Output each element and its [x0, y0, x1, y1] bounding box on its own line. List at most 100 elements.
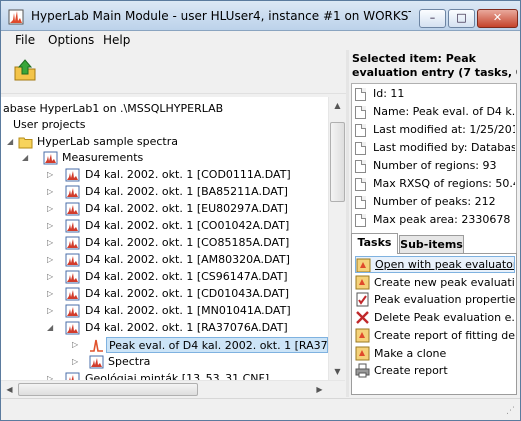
tree-row-database[interactable]: abase HyperLab1 on .\MSSQLHYPERLAB [1, 101, 328, 117]
scroll-thumb[interactable] [18, 383, 198, 396]
tree-row-peak-evaluation[interactable]: ▷ Peak eval. of D4 kal. 2002. okt. 1 [RA… [1, 337, 328, 353]
expand-icon[interactable]: ▷ [72, 358, 80, 366]
tree-row-label: D4 kal. 2002. okt. 1 [CD01043A.DAT] [85, 287, 290, 300]
expand-icon[interactable]: ▷ [47, 290, 55, 298]
menu-bar: File Options Help [1, 31, 520, 50]
tab-strip: Tasks Sub-items [349, 233, 520, 254]
scroll-up-icon[interactable]: ▲ [331, 99, 344, 112]
tree-row-user-projects[interactable]: User projects [1, 117, 328, 133]
property-item[interactable]: Max RXSQ of regions: 50.49 [355, 175, 515, 193]
tree-row-measurement[interactable]: ▷ D4 kal. 2002. okt. 1 [AM80320A.DAT] [1, 252, 328, 268]
scroll-left-icon[interactable]: ◀ [3, 383, 16, 396]
collapse-icon[interactable]: ◢ [7, 138, 15, 146]
collapse-icon[interactable]: ◢ [47, 324, 55, 332]
close-button[interactable]: ✕ [477, 9, 518, 28]
tree-row-measurement[interactable]: ▷ D4 kal. 2002. okt. 1 [MN01041A.DAT] [1, 303, 328, 319]
tree-row-sample-spectra[interactable]: ◢ HyperLab sample spectra [1, 134, 328, 150]
task-peak-evaluation-properties[interactable]: Peak evaluation properties [355, 291, 515, 308]
property-text: Max RXSQ of regions: 50.49 [373, 177, 515, 190]
app-icon [8, 9, 24, 25]
expand-icon[interactable]: ▷ [47, 205, 55, 213]
property-text: Last modified by: Database... [373, 141, 515, 154]
task-label: Peak evaluation properties [374, 293, 515, 306]
property-item[interactable]: Number of peaks: 212 [355, 193, 515, 211]
tree-row-measurement[interactable]: ▷ D4 kal. 2002. okt. 1 [CO01042A.DAT] [1, 218, 328, 234]
peak-icon [90, 339, 103, 352]
tree-row-label: D4 kal. 2002. okt. 1 [CO01042A.DAT] [85, 219, 290, 232]
chart-icon [89, 355, 104, 369]
scroll-down-icon[interactable]: ▼ [331, 365, 344, 378]
tree-row-label: Measurements [62, 151, 144, 164]
task-create-report[interactable]: Create report [355, 362, 515, 379]
project-tree[interactable]: abase HyperLab1 on .\MSSQLHYPERLAB User … [1, 97, 328, 397]
open-folder-arrow-icon[interactable] [13, 58, 37, 82]
tree-row-measurements[interactable]: ◢ Measurements [1, 150, 328, 166]
task-open-with-peak-evaluator[interactable]: Open with peak evaluator [355, 256, 515, 273]
resize-grip-icon[interactable]: ⋰ [506, 406, 517, 417]
tree-vertical-scrollbar[interactable]: ▲ ▼ [328, 97, 345, 397]
selected-heading-line2: evaluation entry (7 tasks, 0 [352, 66, 517, 79]
chart-icon [65, 321, 80, 335]
task-delete-peak-evaluation[interactable]: Delete Peak evaluation e... [355, 309, 515, 326]
tree-row-measurement-expanded[interactable]: ◢ D4 kal. 2002. okt. 1 [RA37076A.DAT] [1, 320, 328, 336]
details-panel: Selected item: Peak evaluation entry (7 … [349, 50, 520, 397]
document-icon [355, 106, 366, 119]
tree-row-label: D4 kal. 2002. okt. 1 [AM80320A.DAT] [85, 253, 290, 266]
chart-icon [65, 304, 80, 318]
property-item[interactable]: Last modified at: 1/25/201... [355, 121, 515, 139]
menu-options[interactable]: Options [48, 33, 94, 48]
menu-file[interactable]: File [15, 33, 35, 48]
tab-sub-items[interactable]: Sub-items [399, 235, 464, 254]
expand-icon[interactable]: ▷ [47, 256, 55, 264]
property-item[interactable]: Number of regions: 93 [355, 157, 515, 175]
main-window: HyperLab Main Module - user HLUser4, ins… [0, 0, 521, 421]
tree-row-label: abase HyperLab1 on .\MSSQLHYPERLAB [3, 102, 224, 115]
expand-icon[interactable]: ▷ [47, 171, 55, 179]
property-item[interactable]: Name: Peak eval. of D4 k... [355, 103, 515, 121]
tree-row-measurement[interactable]: ▷ D4 kal. 2002. okt. 1 [COD0111A.DAT] [1, 167, 328, 183]
property-text: Name: Peak eval. of D4 k... [373, 105, 515, 118]
tree-row-label: D4 kal. 2002. okt. 1 [COD0111A.DAT] [85, 168, 291, 181]
tree-row-measurement[interactable]: ▷ D4 kal. 2002. okt. 1 [EU80297A.DAT] [1, 201, 328, 217]
task-label: Create report of fitting det... [374, 329, 515, 342]
property-text: Id: 11 [373, 87, 405, 100]
maximize-button[interactable]: □ [448, 9, 475, 28]
task-label: Create report [374, 364, 448, 377]
tree-row-label: D4 kal. 2002. okt. 1 [BA85211A.DAT] [85, 185, 288, 198]
document-icon [355, 178, 366, 191]
property-item[interactable]: Id: 11 [355, 85, 515, 103]
tree-row-measurement[interactable]: ▷ D4 kal. 2002. okt. 1 [CD01043A.DAT] [1, 286, 328, 302]
scroll-right-icon[interactable]: ▶ [313, 383, 326, 396]
expand-icon[interactable]: ▷ [47, 273, 55, 281]
property-text: Number of regions: 93 [373, 159, 497, 172]
tab-tasks[interactable]: Tasks [351, 233, 398, 254]
tree-horizontal-scrollbar[interactable]: ◀ ▶ [1, 380, 345, 397]
folder-icon [18, 137, 33, 149]
document-icon [355, 142, 366, 155]
chart-icon [65, 236, 80, 250]
expand-icon[interactable]: ▷ [47, 188, 55, 196]
title-bar[interactable]: HyperLab Main Module - user HLUser4, ins… [1, 1, 520, 31]
task-label: Delete Peak evaluation e... [374, 311, 515, 324]
expand-icon[interactable]: ▷ [72, 341, 80, 349]
menu-help[interactable]: Help [103, 33, 130, 48]
minimize-button[interactable]: – [419, 9, 446, 28]
task-create-new-peak-evaluation[interactable]: Create new peak evaluati... [355, 274, 515, 291]
scroll-thumb[interactable] [330, 122, 345, 202]
property-item[interactable]: Max peak area: 2330678 [355, 211, 515, 229]
selected-item-heading: Selected item: Peak evaluation entry (7 … [349, 50, 520, 82]
expand-icon[interactable]: ▷ [47, 239, 55, 247]
task-make-a-clone[interactable]: Make a clone [355, 345, 515, 362]
property-item[interactable]: Last modified by: Database... [355, 139, 515, 157]
task-create-report-of-fitting[interactable]: Create report of fitting det... [355, 327, 515, 344]
collapse-icon[interactable]: ◢ [22, 154, 30, 162]
tree-row-label: D4 kal. 2002. okt. 1 [EU80297A.DAT] [85, 202, 288, 215]
delete-icon [356, 311, 369, 324]
tree-row-spectra[interactable]: ▷ Spectra [1, 354, 328, 370]
tree-row-measurement[interactable]: ▷ D4 kal. 2002. okt. 1 [CO85185A.DAT] [1, 235, 328, 251]
expand-icon[interactable]: ▷ [47, 307, 55, 315]
tree-row-measurement[interactable]: ▷ D4 kal. 2002. okt. 1 [CS96147A.DAT] [1, 269, 328, 285]
tree-row-measurement[interactable]: ▷ D4 kal. 2002. okt. 1 [BA85211A.DAT] [1, 184, 328, 200]
expand-icon[interactable]: ▷ [47, 222, 55, 230]
printer-icon [355, 363, 370, 378]
